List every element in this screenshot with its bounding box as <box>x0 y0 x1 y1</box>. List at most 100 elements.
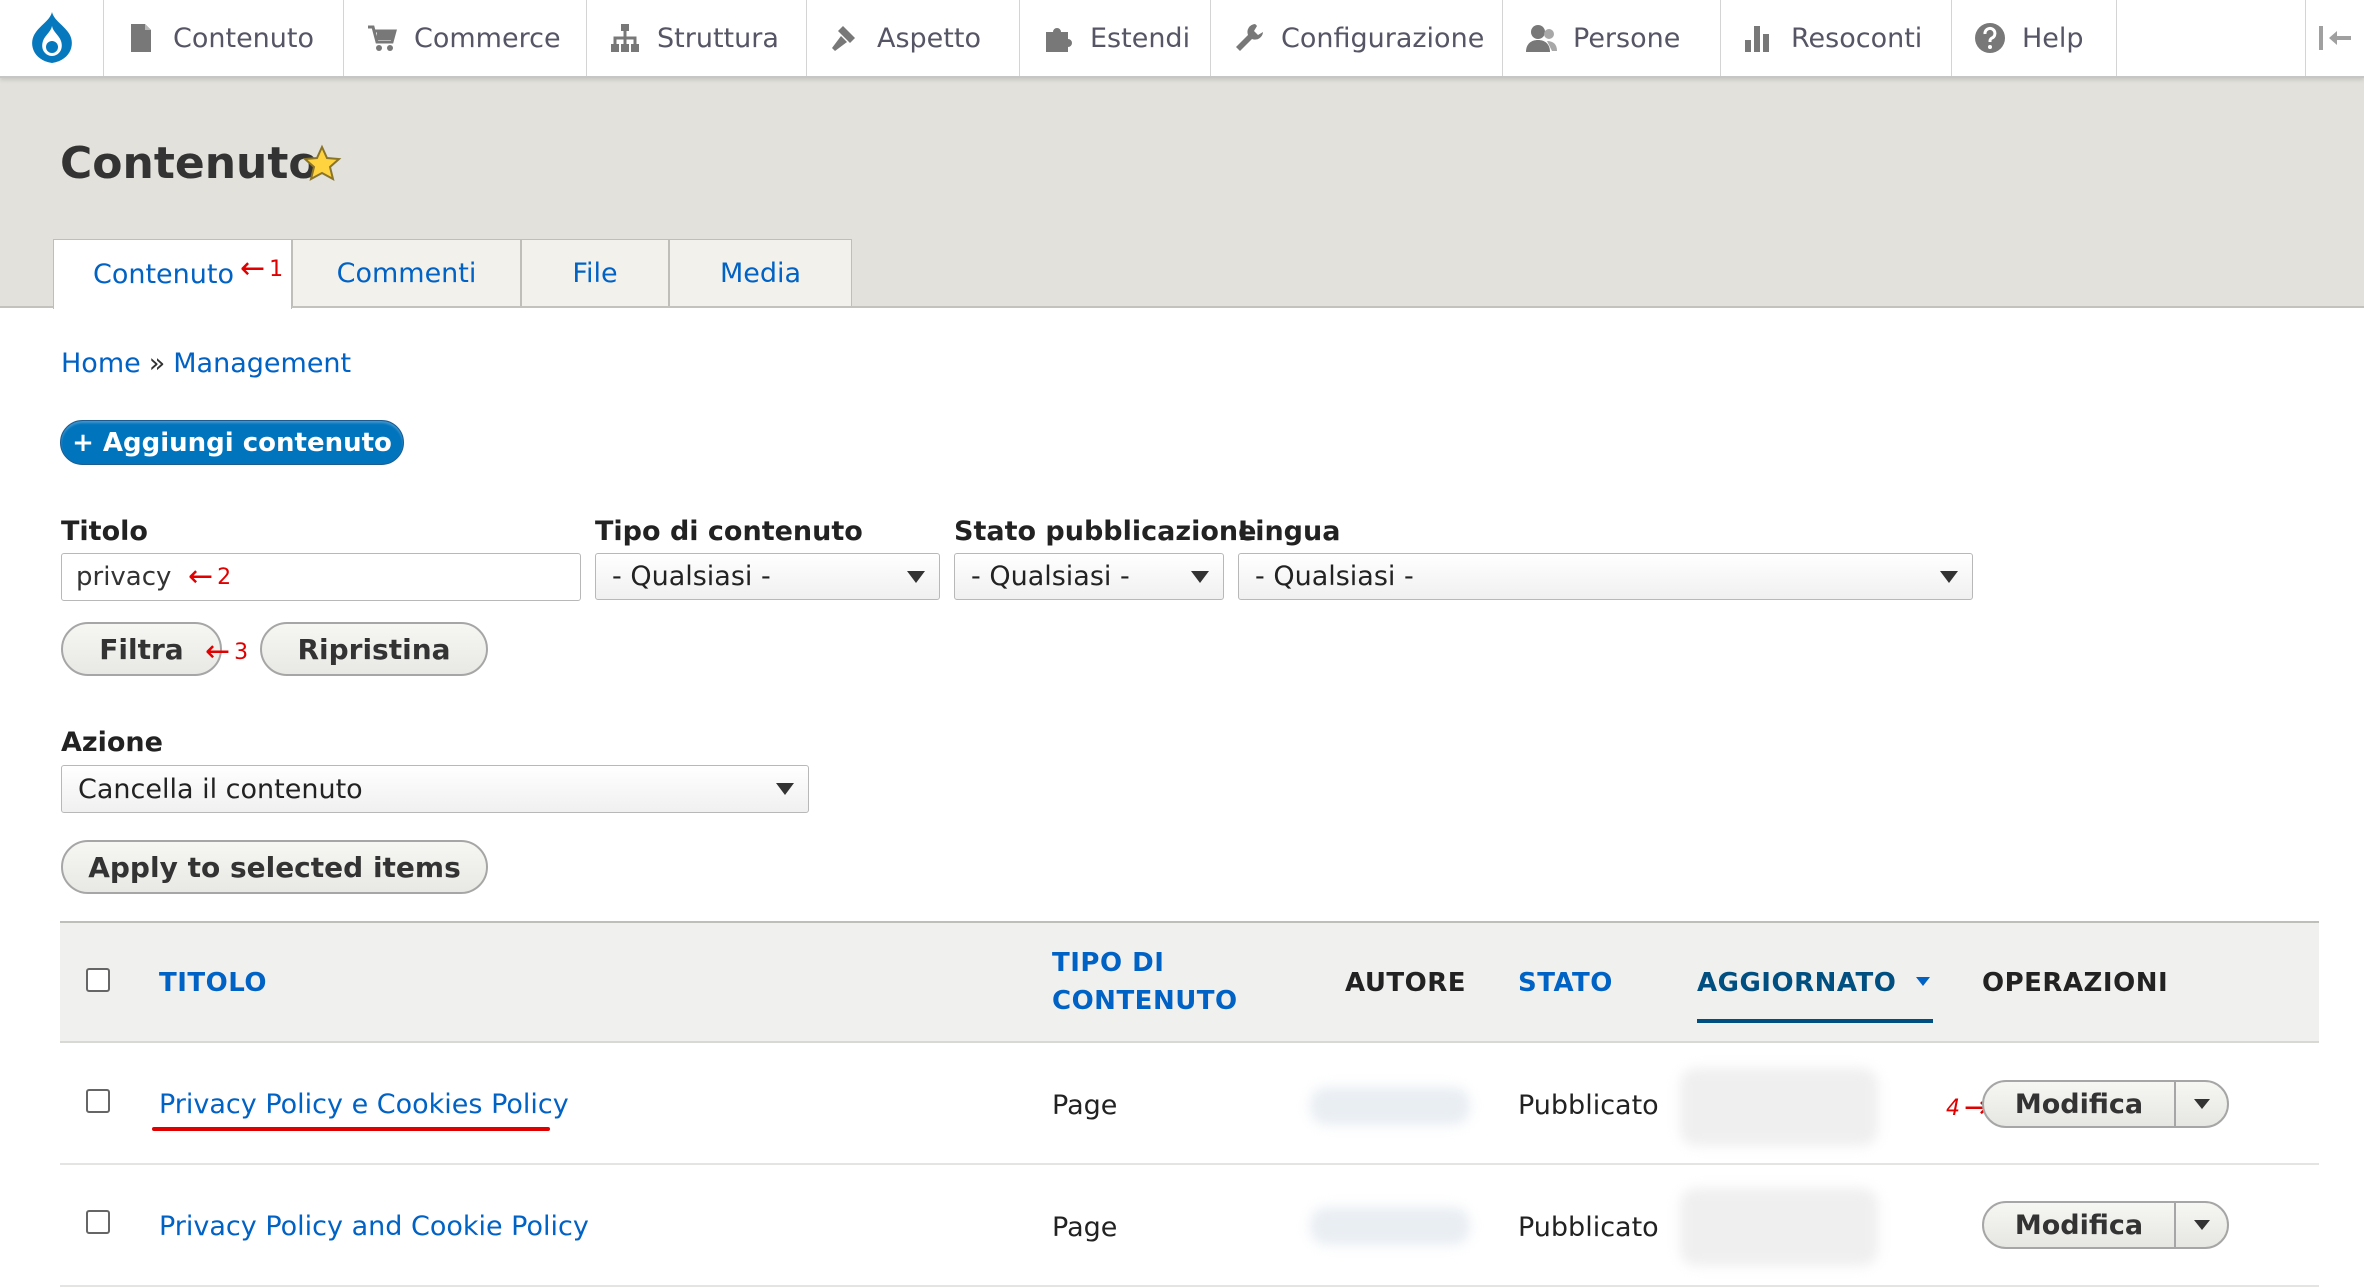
toolbar-item-struttura[interactable]: Struttura <box>587 0 807 76</box>
edit-button[interactable]: Modifica <box>1984 1203 2176 1247</box>
author-blurred <box>1310 1087 1470 1125</box>
arrow-left-icon: ← <box>188 559 214 594</box>
toolbar-label: Contenuto <box>173 22 315 54</box>
tab-media[interactable]: Media <box>669 239 852 306</box>
content-type-select[interactable]: - Qualsiasi - <box>595 553 940 600</box>
language-select[interactable]: - Qualsiasi - <box>1238 553 1973 600</box>
column-header-title[interactable]: TITOLO <box>159 968 267 998</box>
column-header-operations: OPERAZIONI <box>1982 968 2169 998</box>
column-header-status[interactable]: STATO <box>1518 968 1613 998</box>
content-type-filter-label: Tipo di contenuto <box>595 516 863 547</box>
shortcut-star-icon[interactable] <box>302 144 342 184</box>
apply-selected-button[interactable]: Apply to selected items <box>61 840 488 894</box>
toolbar-label: Commerce <box>414 22 561 54</box>
chevron-down-icon <box>2193 1099 2210 1109</box>
updated-blurred <box>1680 1068 1878 1146</box>
dropbutton-toggle[interactable] <box>2176 1082 2227 1126</box>
column-header-type-line1: TIPO DI <box>1052 948 1165 978</box>
toolbar-label: Persone <box>1573 22 1681 54</box>
page-title: Contenuto <box>60 138 319 189</box>
status-cell: Pubblicato <box>1518 1212 1659 1243</box>
title-filter-label: Titolo <box>61 516 148 547</box>
cart-icon <box>368 25 397 51</box>
action-label: Azione <box>61 727 163 758</box>
toolbar-label: Configurazione <box>1281 22 1485 54</box>
select-value: Cancella il contenuto <box>78 773 363 805</box>
toolbar-item-persone[interactable]: Persone <box>1503 0 1721 76</box>
annotation-1: ← 1 <box>240 251 284 286</box>
toolbar-label: Resoconti <box>1791 22 1923 54</box>
column-header-updated[interactable]: AGGIORNATO <box>1697 968 1896 998</box>
dropdown-caret-icon <box>907 570 925 583</box>
help-icon <box>1975 23 2005 53</box>
title-filter-input[interactable] <box>61 553 581 601</box>
tab-label: Media <box>719 257 802 289</box>
content-title-link[interactable]: Privacy Policy e Cookies Policy <box>159 1089 569 1120</box>
tab-label: Contenuto <box>92 259 234 290</box>
toolbar-label: Estendi <box>1090 22 1191 54</box>
bars-icon <box>1745 26 1769 52</box>
status-cell: Pubblicato <box>1518 1090 1659 1121</box>
dropdown-caret-icon <box>776 783 794 795</box>
drupal-logo-icon[interactable] <box>0 0 104 76</box>
puzzle-icon <box>1046 28 1072 52</box>
arrow-left-icon: ← <box>205 634 231 669</box>
content-title-link[interactable]: Privacy Policy and Cookie Policy <box>159 1211 589 1242</box>
filter-button[interactable]: Filtra <box>61 622 222 676</box>
arrow-left-icon: ← <box>240 251 266 286</box>
select-value: - Qualsiasi - <box>1255 561 1414 592</box>
toolbar-item-commerce[interactable]: Commerce <box>344 0 587 76</box>
annotation-3: ← 3 <box>205 634 249 669</box>
status-select[interactable]: - Qualsiasi - <box>954 553 1224 600</box>
bulk-action-select[interactable]: Cancella il contenuto <box>61 765 809 813</box>
content-type-cell: Page <box>1052 1212 1118 1243</box>
breadcrumb-management-link[interactable]: Management <box>173 348 351 379</box>
dropbutton-toggle[interactable] <box>2176 1203 2227 1247</box>
toolbar-orientation-toggle[interactable] <box>2305 0 2364 76</box>
toolbar-item-estendi[interactable]: Estendi <box>1020 0 1211 76</box>
toolbar-item-resoconti[interactable]: Resoconti <box>1721 0 1952 76</box>
breadcrumb-separator: » <box>148 348 166 379</box>
breadcrumb-home-link[interactable]: Home <box>61 348 141 379</box>
edit-button[interactable]: Modifica <box>1984 1082 2176 1126</box>
people-icon <box>1526 25 1557 52</box>
breadcrumb: Home» Management <box>61 348 351 379</box>
column-header-type-line2: CONTENUTO <box>1052 986 1238 1016</box>
tab-label: Commenti <box>336 257 477 289</box>
active-sort-indicator <box>1697 1019 1933 1023</box>
dropdown-caret-icon <box>1940 570 1958 583</box>
column-header-type[interactable]: TIPO DI CONTENUTO <box>1052 948 1238 1016</box>
toolbar-item-contenuto[interactable]: Contenuto <box>103 0 344 76</box>
author-blurred <box>1310 1207 1470 1245</box>
updated-blurred <box>1680 1188 1878 1266</box>
tab-label: File <box>572 257 618 289</box>
content-type-cell: Page <box>1052 1090 1118 1121</box>
tab-commenti[interactable]: Commenti <box>292 239 521 306</box>
dropdown-caret-icon <box>1191 570 1209 583</box>
paint-icon <box>832 26 855 51</box>
reset-button[interactable]: Ripristina <box>260 622 488 676</box>
toolbar-label: Struttura <box>657 22 779 54</box>
toolbar-item-aspetto[interactable]: Aspetto <box>807 0 1020 76</box>
toolbar-item-help[interactable]: Help <box>1952 0 2117 76</box>
select-all-checkbox[interactable] <box>86 968 110 992</box>
tab-file[interactable]: File <box>521 239 669 306</box>
collapse-arrow-icon <box>2319 26 2351 50</box>
row-checkbox[interactable] <box>86 1089 110 1113</box>
annotation-2: ← 2 <box>188 559 232 594</box>
row-checkbox[interactable] <box>86 1210 110 1234</box>
status-filter-label: Stato pubblicazione <box>954 516 1257 547</box>
language-filter-label: Lingua <box>1238 516 1341 547</box>
sitemap-icon <box>611 24 639 52</box>
admin-toolbar: Contenuto Commerce Struttura Aspetto Est… <box>0 0 2364 78</box>
file-icon <box>131 24 151 52</box>
operations-dropbutton: Modifica <box>1982 1080 2229 1128</box>
toolbar-item-configurazione[interactable]: Configurazione <box>1211 0 1503 76</box>
select-value: - Qualsiasi - <box>971 561 1130 592</box>
add-content-button[interactable]: + Aggiungi contenuto <box>60 420 404 465</box>
column-header-author: AUTORE <box>1345 968 1467 998</box>
select-value: - Qualsiasi - <box>612 561 771 592</box>
page-header: Contenuto Contenuto Commenti File Media <box>0 78 2364 309</box>
chevron-down-icon <box>2193 1220 2210 1230</box>
toolbar-label: Help <box>2022 22 2084 54</box>
